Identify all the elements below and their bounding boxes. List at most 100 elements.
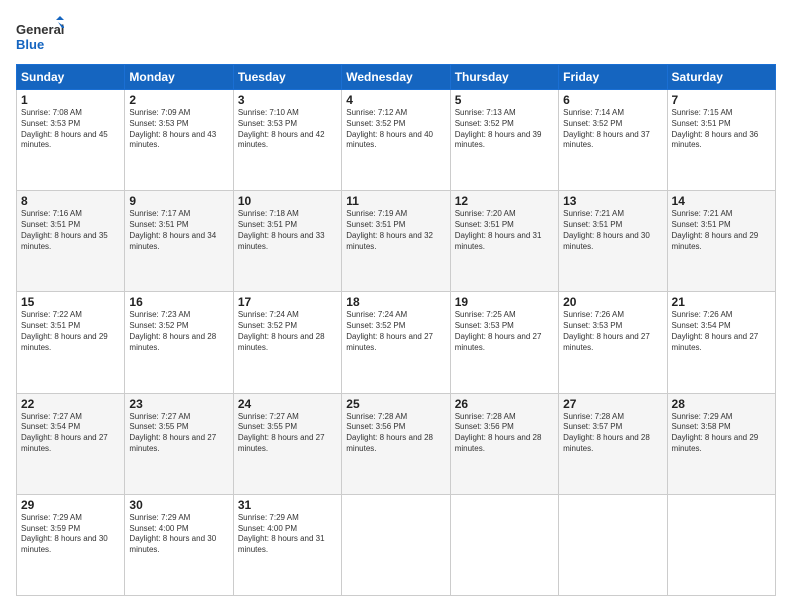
day-info: Sunrise: 7:26 AM Sunset: 3:54 PM Dayligh… — [672, 310, 771, 353]
calendar-cell — [450, 494, 558, 595]
calendar-cell: 26 Sunrise: 7:28 AM Sunset: 3:56 PM Dayl… — [450, 393, 558, 494]
calendar-cell: 8 Sunrise: 7:16 AM Sunset: 3:51 PM Dayli… — [17, 191, 125, 292]
day-number: 31 — [238, 498, 337, 512]
day-info: Sunrise: 7:29 AM Sunset: 3:58 PM Dayligh… — [672, 412, 771, 455]
day-number: 2 — [129, 93, 228, 107]
calendar-header-saturday: Saturday — [667, 65, 775, 90]
day-info: Sunrise: 7:17 AM Sunset: 3:51 PM Dayligh… — [129, 209, 228, 252]
day-number: 16 — [129, 295, 228, 309]
day-info: Sunrise: 7:10 AM Sunset: 3:53 PM Dayligh… — [238, 108, 337, 151]
calendar-cell: 4 Sunrise: 7:12 AM Sunset: 3:52 PM Dayli… — [342, 90, 450, 191]
calendar-cell: 30 Sunrise: 7:29 AM Sunset: 4:00 PM Dayl… — [125, 494, 233, 595]
day-number: 12 — [455, 194, 554, 208]
calendar-header-friday: Friday — [559, 65, 667, 90]
calendar-header-sunday: Sunday — [17, 65, 125, 90]
day-info: Sunrise: 7:28 AM Sunset: 3:56 PM Dayligh… — [455, 412, 554, 455]
calendar-cell: 1 Sunrise: 7:08 AM Sunset: 3:53 PM Dayli… — [17, 90, 125, 191]
day-number: 18 — [346, 295, 445, 309]
calendar-table: SundayMondayTuesdayWednesdayThursdayFrid… — [16, 64, 776, 596]
day-number: 13 — [563, 194, 662, 208]
calendar-cell: 9 Sunrise: 7:17 AM Sunset: 3:51 PM Dayli… — [125, 191, 233, 292]
day-number: 11 — [346, 194, 445, 208]
day-number: 1 — [21, 93, 120, 107]
calendar-cell: 11 Sunrise: 7:19 AM Sunset: 3:51 PM Dayl… — [342, 191, 450, 292]
calendar-week-3: 15 Sunrise: 7:22 AM Sunset: 3:51 PM Dayl… — [17, 292, 776, 393]
day-info: Sunrise: 7:21 AM Sunset: 3:51 PM Dayligh… — [672, 209, 771, 252]
day-info: Sunrise: 7:26 AM Sunset: 3:53 PM Dayligh… — [563, 310, 662, 353]
calendar-cell: 25 Sunrise: 7:28 AM Sunset: 3:56 PM Dayl… — [342, 393, 450, 494]
svg-text:General: General — [16, 22, 64, 37]
calendar-cell: 17 Sunrise: 7:24 AM Sunset: 3:52 PM Dayl… — [233, 292, 341, 393]
day-number: 27 — [563, 397, 662, 411]
day-info: Sunrise: 7:24 AM Sunset: 3:52 PM Dayligh… — [346, 310, 445, 353]
calendar-header-row: SundayMondayTuesdayWednesdayThursdayFrid… — [17, 65, 776, 90]
day-number: 9 — [129, 194, 228, 208]
day-number: 15 — [21, 295, 120, 309]
calendar-week-2: 8 Sunrise: 7:16 AM Sunset: 3:51 PM Dayli… — [17, 191, 776, 292]
day-number: 3 — [238, 93, 337, 107]
day-number: 22 — [21, 397, 120, 411]
day-info: Sunrise: 7:22 AM Sunset: 3:51 PM Dayligh… — [21, 310, 120, 353]
day-number: 6 — [563, 93, 662, 107]
day-number: 4 — [346, 93, 445, 107]
calendar-cell: 22 Sunrise: 7:27 AM Sunset: 3:54 PM Dayl… — [17, 393, 125, 494]
day-number: 23 — [129, 397, 228, 411]
day-info: Sunrise: 7:19 AM Sunset: 3:51 PM Dayligh… — [346, 209, 445, 252]
calendar-cell: 5 Sunrise: 7:13 AM Sunset: 3:52 PM Dayli… — [450, 90, 558, 191]
day-info: Sunrise: 7:27 AM Sunset: 3:55 PM Dayligh… — [238, 412, 337, 455]
day-info: Sunrise: 7:27 AM Sunset: 3:55 PM Dayligh… — [129, 412, 228, 455]
logo-svg: General Blue — [16, 16, 64, 56]
day-info: Sunrise: 7:20 AM Sunset: 3:51 PM Dayligh… — [455, 209, 554, 252]
day-number: 10 — [238, 194, 337, 208]
page: General Blue SundayMondayTuesdayWednesda… — [0, 0, 792, 612]
calendar-cell: 2 Sunrise: 7:09 AM Sunset: 3:53 PM Dayli… — [125, 90, 233, 191]
day-info: Sunrise: 7:28 AM Sunset: 3:56 PM Dayligh… — [346, 412, 445, 455]
calendar-week-5: 29 Sunrise: 7:29 AM Sunset: 3:59 PM Dayl… — [17, 494, 776, 595]
day-info: Sunrise: 7:23 AM Sunset: 3:52 PM Dayligh… — [129, 310, 228, 353]
day-number: 24 — [238, 397, 337, 411]
calendar-header-wednesday: Wednesday — [342, 65, 450, 90]
calendar-cell: 20 Sunrise: 7:26 AM Sunset: 3:53 PM Dayl… — [559, 292, 667, 393]
day-info: Sunrise: 7:13 AM Sunset: 3:52 PM Dayligh… — [455, 108, 554, 151]
calendar-header-tuesday: Tuesday — [233, 65, 341, 90]
calendar-cell — [342, 494, 450, 595]
calendar-cell — [559, 494, 667, 595]
calendar-cell: 27 Sunrise: 7:28 AM Sunset: 3:57 PM Dayl… — [559, 393, 667, 494]
day-info: Sunrise: 7:16 AM Sunset: 3:51 PM Dayligh… — [21, 209, 120, 252]
day-info: Sunrise: 7:29 AM Sunset: 3:59 PM Dayligh… — [21, 513, 120, 556]
day-info: Sunrise: 7:24 AM Sunset: 3:52 PM Dayligh… — [238, 310, 337, 353]
calendar-week-4: 22 Sunrise: 7:27 AM Sunset: 3:54 PM Dayl… — [17, 393, 776, 494]
day-info: Sunrise: 7:28 AM Sunset: 3:57 PM Dayligh… — [563, 412, 662, 455]
day-info: Sunrise: 7:15 AM Sunset: 3:51 PM Dayligh… — [672, 108, 771, 151]
day-info: Sunrise: 7:29 AM Sunset: 4:00 PM Dayligh… — [238, 513, 337, 556]
calendar-cell: 31 Sunrise: 7:29 AM Sunset: 4:00 PM Dayl… — [233, 494, 341, 595]
calendar-cell: 21 Sunrise: 7:26 AM Sunset: 3:54 PM Dayl… — [667, 292, 775, 393]
day-info: Sunrise: 7:08 AM Sunset: 3:53 PM Dayligh… — [21, 108, 120, 151]
calendar-cell: 10 Sunrise: 7:18 AM Sunset: 3:51 PM Dayl… — [233, 191, 341, 292]
day-info: Sunrise: 7:09 AM Sunset: 3:53 PM Dayligh… — [129, 108, 228, 151]
calendar-week-1: 1 Sunrise: 7:08 AM Sunset: 3:53 PM Dayli… — [17, 90, 776, 191]
calendar-header-monday: Monday — [125, 65, 233, 90]
svg-text:Blue: Blue — [16, 37, 44, 52]
calendar-cell: 7 Sunrise: 7:15 AM Sunset: 3:51 PM Dayli… — [667, 90, 775, 191]
calendar-header-thursday: Thursday — [450, 65, 558, 90]
day-number: 26 — [455, 397, 554, 411]
calendar-cell: 13 Sunrise: 7:21 AM Sunset: 3:51 PM Dayl… — [559, 191, 667, 292]
day-number: 29 — [21, 498, 120, 512]
calendar-cell: 29 Sunrise: 7:29 AM Sunset: 3:59 PM Dayl… — [17, 494, 125, 595]
calendar-cell: 16 Sunrise: 7:23 AM Sunset: 3:52 PM Dayl… — [125, 292, 233, 393]
day-number: 21 — [672, 295, 771, 309]
day-info: Sunrise: 7:21 AM Sunset: 3:51 PM Dayligh… — [563, 209, 662, 252]
calendar-cell: 24 Sunrise: 7:27 AM Sunset: 3:55 PM Dayl… — [233, 393, 341, 494]
calendar-cell: 18 Sunrise: 7:24 AM Sunset: 3:52 PM Dayl… — [342, 292, 450, 393]
header: General Blue — [16, 16, 776, 56]
day-info: Sunrise: 7:25 AM Sunset: 3:53 PM Dayligh… — [455, 310, 554, 353]
calendar-cell: 28 Sunrise: 7:29 AM Sunset: 3:58 PM Dayl… — [667, 393, 775, 494]
calendar-cell: 6 Sunrise: 7:14 AM Sunset: 3:52 PM Dayli… — [559, 90, 667, 191]
calendar-cell: 3 Sunrise: 7:10 AM Sunset: 3:53 PM Dayli… — [233, 90, 341, 191]
day-number: 8 — [21, 194, 120, 208]
day-number: 28 — [672, 397, 771, 411]
day-info: Sunrise: 7:14 AM Sunset: 3:52 PM Dayligh… — [563, 108, 662, 151]
day-number: 17 — [238, 295, 337, 309]
day-number: 19 — [455, 295, 554, 309]
